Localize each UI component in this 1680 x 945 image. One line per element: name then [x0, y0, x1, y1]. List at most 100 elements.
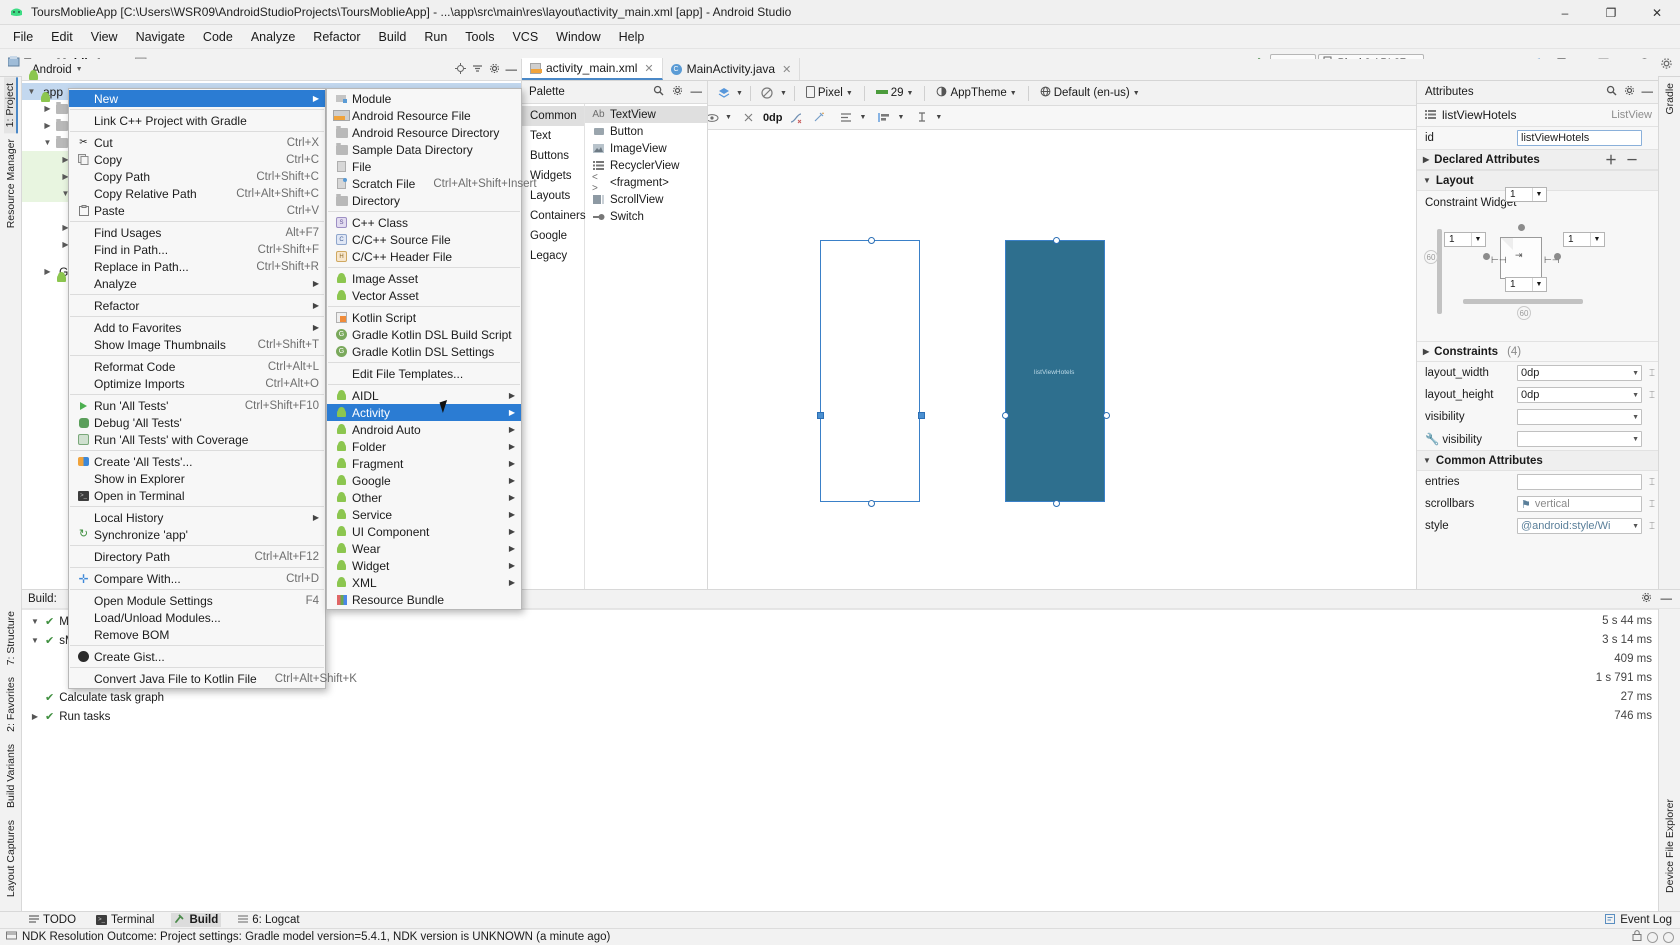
top-constraint-anchor[interactable] — [1518, 224, 1525, 231]
submenu-item-file[interactable]: File — [327, 158, 521, 175]
device-dropdown[interactable]: Pixel ▼ — [802, 84, 857, 103]
infer-constraints-icon[interactable] — [787, 108, 806, 127]
chevron-down-icon[interactable]: ▼ — [1632, 436, 1639, 443]
submenu-item-android-auto[interactable]: Android Auto ▶ — [327, 421, 521, 438]
submenu-item-cpp-header-file[interactable]: H C/C++ Header File — [327, 248, 521, 265]
context-menu-item-new[interactable]: New ▶ — [69, 90, 325, 107]
context-menu-item-analyze[interactable]: Analyze ▶ — [69, 275, 325, 292]
context-menu-item-create-all-tests[interactable]: Create 'All Tests'... — [69, 453, 325, 470]
api-level-dropdown[interactable]: 29 ▼ — [872, 85, 918, 101]
left-constraint-anchor[interactable] — [1483, 253, 1490, 260]
style-input[interactable]: @android:style/Wi ▼ — [1517, 518, 1642, 534]
submenu-item-folder[interactable]: Folder ▶ — [327, 438, 521, 455]
context-menu-item-reformat-code[interactable]: Reformat Code Ctrl+Alt+L — [69, 358, 325, 375]
submenu-item-image-asset[interactable]: Image Asset — [327, 270, 521, 287]
submenu-item-cpp-class[interactable]: S C++ Class — [327, 214, 521, 231]
section-constraints[interactable]: ▶ Constraints (4) — [1417, 341, 1658, 362]
submenu-item-sample-data-directory[interactable]: Sample Data Directory — [327, 141, 521, 158]
menu-build[interactable]: Build — [370, 27, 416, 47]
context-menu-item-show-image-thumbnails[interactable]: Show Image Thumbnails Ctrl+Shift+T — [69, 336, 325, 353]
palette-item-switch[interactable]: Switch — [585, 208, 707, 225]
settings-gear-icon[interactable] — [1641, 592, 1652, 606]
context-menu-item-directory-path[interactable]: Directory Path Ctrl+Alt+F12 — [69, 548, 325, 565]
chevron-down-icon[interactable]: ▼ — [1632, 370, 1639, 377]
resize-handle-right[interactable] — [918, 412, 925, 419]
chevron-down-icon[interactable]: ▼ — [736, 90, 743, 97]
strip-item-layout-captures[interactable]: Layout Captures — [5, 814, 17, 903]
submenu-item-google[interactable]: Google ▶ — [327, 472, 521, 489]
submenu-item-kotlin-script[interactable]: Kotlin Script — [327, 309, 521, 326]
palette-item-textview[interactable]: Ab TextView — [585, 106, 707, 123]
menu-help[interactable]: Help — [610, 27, 654, 47]
bottom-item-terminal[interactable]: >_ Terminal — [93, 914, 157, 926]
submenu-item-android-resource-directory[interactable]: Android Resource Directory — [327, 124, 521, 141]
context-menu-item-refactor[interactable]: Refactor ▶ — [69, 297, 325, 314]
palette-item-imageview[interactable]: ImageView — [585, 140, 707, 157]
submenu-item-directory[interactable]: Directory — [327, 192, 521, 209]
strip-item-structure[interactable]: 7: Structure — [5, 605, 17, 671]
palette-category-google[interactable]: Google — [522, 226, 584, 246]
context-menu-item-replace-in-path[interactable]: Replace in Path... Ctrl+Shift+R — [69, 258, 325, 275]
attr-pin-icon[interactable]: ⌶ — [1646, 499, 1658, 510]
bottom-item-logcat[interactable]: 6: Logcat — [235, 914, 302, 927]
design-surface-mode-icon[interactable] — [714, 84, 733, 103]
palette-item-scrollview[interactable]: ScrollView — [585, 191, 707, 208]
context-menu-item-copy-relative-path[interactable]: Copy Relative Path Ctrl+Alt+Shift+C — [69, 185, 325, 202]
palette-category-text[interactable]: Text — [522, 126, 584, 146]
context-menu-item-load-unload-modules[interactable]: Load/Unload Modules... — [69, 609, 325, 626]
chevron-icon[interactable]: ▼ — [42, 138, 53, 147]
settings-gear-icon[interactable] — [489, 63, 500, 77]
horizontal-bias-slider[interactable] — [1463, 299, 1583, 304]
submenu-item-wear[interactable]: Wear ▶ — [327, 540, 521, 557]
strip-item-resource-manager[interactable]: Resource Manager — [5, 133, 17, 234]
submenu-item-gradle-kotlin-dsl-build-script[interactable]: G Gradle Kotlin DSL Build Script — [327, 326, 521, 343]
submenu-item-service[interactable]: Service ▶ — [327, 506, 521, 523]
chevron-icon[interactable]: ▶ — [42, 104, 53, 113]
menu-vcs[interactable]: VCS — [503, 27, 547, 47]
palette-category-buttons[interactable]: Buttons — [522, 146, 584, 166]
palette-item-button[interactable]: Button — [585, 123, 707, 140]
left-margin-combo[interactable]: 1 ▼ — [1444, 232, 1486, 247]
palette-category-legacy[interactable]: Legacy — [522, 246, 584, 266]
submenu-item-resource-bundle[interactable]: Resource Bundle — [327, 591, 521, 608]
context-menu-item-copy[interactable]: Copy Ctrl+C — [69, 151, 325, 168]
hide-panel-icon[interactable]: — — [691, 86, 703, 98]
submenu-item-cpp-source-file[interactable]: C C/C++ Source File — [327, 231, 521, 248]
chevron-down-icon[interactable]: ▼ — [1632, 392, 1639, 399]
submenu-item-android-resource-file[interactable]: Android Resource File — [327, 107, 521, 124]
chevron-icon[interactable]: ▶ — [30, 712, 40, 721]
smiley-icon[interactable] — [1663, 931, 1674, 943]
palette-category-containers[interactable]: Containers — [522, 206, 586, 226]
device-preview-blueprint[interactable]: listViewHotels — [1002, 237, 1110, 507]
hide-panel-icon[interactable]: — — [506, 64, 518, 76]
close-button[interactable]: ✕ — [1634, 0, 1680, 25]
bottom-item-todo[interactable]: TODO — [26, 914, 79, 927]
submenu-item-scratch-file[interactable]: Scratch File Ctrl+Alt+Shift+Insert — [327, 175, 537, 192]
device-preview-design[interactable] — [817, 237, 925, 507]
context-menu-item-remove-bom[interactable]: Remove BOM — [69, 626, 325, 643]
menu-edit[interactable]: Edit — [42, 27, 82, 47]
constraint-handle-right[interactable] — [1103, 412, 1110, 419]
strip-item-device-file-explorer[interactable]: Device File Explorer — [1664, 793, 1676, 899]
submenu-item-vector-asset[interactable]: Vector Asset — [327, 287, 521, 304]
context-menu-item-show-in-explorer[interactable]: Show in Explorer — [69, 470, 325, 487]
attr-pin-icon[interactable]: ⌶ — [1646, 477, 1658, 488]
constraint-handle-bottom[interactable] — [868, 500, 875, 507]
bottom-margin-combo[interactable]: 1 ▼ — [1505, 277, 1547, 292]
orientation-icon[interactable] — [758, 84, 777, 103]
context-menu-item-synchronize-app[interactable]: ↻ Synchronize 'app' — [69, 526, 325, 543]
section-declared-attributes[interactable]: ▶ Declared Attributes ＋ － — [1417, 149, 1658, 170]
palette-item-fragment[interactable]: < > <fragment> — [585, 172, 707, 194]
menu-window[interactable]: Window — [547, 27, 609, 47]
menu-file[interactable]: File — [4, 27, 42, 47]
remove-attribute-icon[interactable]: － — [1626, 151, 1638, 168]
build-row[interactable]: ✔ Calculate task graph — [22, 688, 352, 707]
context-menu-item-copy-path[interactable]: Copy Path Ctrl+Shift+C — [69, 168, 325, 185]
clear-constraints-icon[interactable] — [740, 108, 759, 127]
baseline-icon[interactable] — [912, 108, 931, 127]
lock-icon[interactable] — [1632, 930, 1642, 944]
search-icon[interactable] — [653, 85, 664, 99]
attr-pin-icon[interactable]: ⌶ — [1646, 368, 1658, 379]
top-margin-combo[interactable]: 1 ▼ — [1505, 187, 1547, 202]
submenu-item-ui-component[interactable]: UI Component ▶ — [327, 523, 521, 540]
